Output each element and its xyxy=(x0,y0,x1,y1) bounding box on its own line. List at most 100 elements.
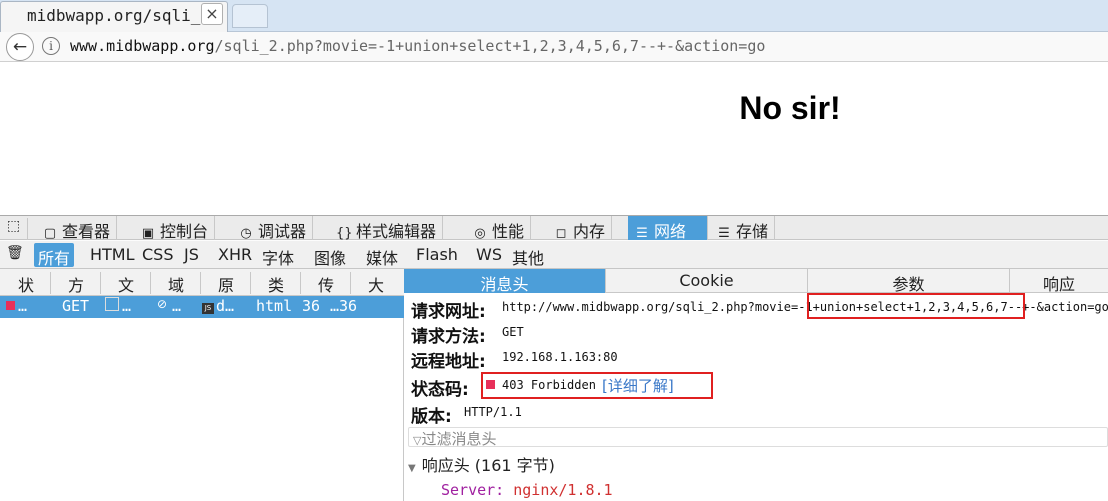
trash-icon[interactable]: 🗑 xyxy=(6,245,24,261)
filter-css[interactable]: CSS xyxy=(138,243,177,267)
pick-element-icon[interactable]: ⬚ xyxy=(0,218,28,240)
devtools-tab-label: 样式编辑器 xyxy=(356,222,437,241)
network-icon: ☰ xyxy=(636,226,648,241)
devtools-tab-label: 性能 xyxy=(492,222,525,241)
version-value: HTTP/1.1 xyxy=(464,405,522,419)
close-tab-icon[interactable]: × xyxy=(201,3,223,25)
status-dot-icon xyxy=(6,301,15,310)
filter-flash[interactable]: Flash xyxy=(412,243,462,267)
tab-response[interactable]: 响应 xyxy=(1010,269,1108,294)
header-name: Server: xyxy=(441,481,505,499)
inspector-icon: ▢ xyxy=(43,226,57,241)
column-size[interactable]: 大 xyxy=(368,272,384,296)
page-content xyxy=(0,63,1108,215)
row-domain: … xyxy=(172,297,182,315)
column-divider xyxy=(50,272,51,294)
request-method-value: GET xyxy=(502,325,524,339)
devtools-tab-network[interactable]: ☰ 网络 xyxy=(628,216,708,241)
row-transferred: 36 xyxy=(302,297,321,315)
column-transferred[interactable]: 传 xyxy=(318,272,334,296)
request-url-label: 请求网址: xyxy=(411,302,486,322)
devtools-tab-label: 网络 xyxy=(654,222,687,241)
filter-html[interactable]: HTML xyxy=(86,243,139,267)
braces-icon: {} xyxy=(336,226,353,241)
devtools-tab-memory[interactable]: ◻ 内存 xyxy=(547,216,613,241)
remote-address-label: 远程地址: xyxy=(411,352,486,372)
browser-tab[interactable]: midbwapp.org/sqli_ xyxy=(0,1,228,32)
console-icon: ▣ xyxy=(141,226,155,241)
filter-media[interactable]: 媒体 xyxy=(362,243,402,268)
js-icon: JS xyxy=(202,303,214,314)
server-header: Server: nginx/1.8.1 xyxy=(441,481,613,499)
back-button[interactable]: ← xyxy=(6,33,34,61)
filter-all[interactable]: 所有 xyxy=(34,243,75,268)
request-list-header xyxy=(0,269,404,296)
version-label: 版本: xyxy=(411,407,452,427)
filter-other[interactable]: 其他 xyxy=(508,243,548,268)
insecure-icon: ⊘ xyxy=(157,297,168,311)
url-host: www.midbwapp.org xyxy=(70,37,215,55)
page-heading: No sir! xyxy=(739,90,841,126)
learn-more-link[interactable]: [详细了解] xyxy=(602,375,674,396)
new-tab-button[interactable] xyxy=(232,4,268,28)
row-file: … xyxy=(122,297,132,315)
column-cause[interactable]: 原 xyxy=(218,272,234,296)
devtools-tab-style-editor[interactable]: {} 样式编辑器 xyxy=(330,216,444,241)
column-type[interactable]: 类 xyxy=(268,272,284,296)
devtools-tab-debugger[interactable]: ◷ 调试器 xyxy=(232,216,314,241)
performance-icon: ◎ xyxy=(474,226,486,241)
column-divider xyxy=(350,272,351,294)
status-code-value: 403 Forbidden xyxy=(502,378,596,392)
filter-js[interactable]: JS xyxy=(180,243,203,267)
filter-placeholder: 过滤消息头 xyxy=(421,430,497,448)
storage-icon: ☰ xyxy=(718,226,730,241)
devtools-tab-label: 调试器 xyxy=(258,222,307,241)
filter-images[interactable]: 图像 xyxy=(310,243,350,268)
column-file[interactable]: 文 xyxy=(118,272,134,296)
devtools-tab-label: 控制台 xyxy=(160,222,209,241)
column-divider xyxy=(100,272,101,294)
response-headers-label: 响应头 (161 字节) xyxy=(421,456,555,475)
filter-xhr[interactable]: XHR xyxy=(214,243,256,267)
row-status: … xyxy=(18,297,28,315)
column-divider xyxy=(250,272,251,294)
row-method: GET xyxy=(62,297,90,315)
devtools-tab-performance[interactable]: ◎ 性能 xyxy=(466,216,532,241)
request-method-label: 请求方法: xyxy=(411,327,486,347)
site-info-icon[interactable]: i xyxy=(42,37,60,55)
tab-headers[interactable]: 消息头 xyxy=(404,269,606,294)
devtools-tab-inspector[interactable]: ▢ 查看器 xyxy=(36,216,118,241)
header-value: nginx/1.8.1 xyxy=(513,481,613,499)
response-headers-toggle[interactable]: ▼ 响应头 (161 字节) xyxy=(408,452,555,476)
column-domain[interactable]: 域 xyxy=(168,272,184,296)
tab-title: midbwapp.org/sqli_ xyxy=(27,6,201,25)
file-icon xyxy=(105,297,119,311)
tab-params[interactable]: 参数 xyxy=(808,269,1010,294)
column-divider xyxy=(300,272,301,294)
devtools-tab-storage[interactable]: ☰ 存储 xyxy=(710,216,776,241)
devtools-tab-label: 存储 xyxy=(736,222,769,241)
filter-headers-input[interactable]: ▽过滤消息头 xyxy=(408,427,1108,448)
status-code-label: 状态码: xyxy=(411,380,469,400)
url-path: /sqli_2.php?movie=-1+union+select+1,2,3,… xyxy=(214,37,766,55)
tab-cookies[interactable]: Cookie xyxy=(606,269,808,293)
filter-fonts[interactable]: 字体 xyxy=(258,243,298,268)
column-divider xyxy=(150,272,151,294)
status-dot-icon xyxy=(486,380,495,389)
devtools-tab-label: 内存 xyxy=(573,222,606,241)
column-method[interactable]: 方 xyxy=(68,272,84,296)
row-type: html xyxy=(256,297,293,315)
debugger-icon: ◷ xyxy=(240,226,252,241)
row-size: …36 xyxy=(330,297,358,315)
memory-icon: ◻ xyxy=(555,226,567,241)
column-status[interactable]: 状 xyxy=(18,272,34,296)
highlight-box xyxy=(807,293,1025,319)
url-input[interactable]: www.midbwapp.org/sqli_2.php?movie=-1+uni… xyxy=(70,37,765,55)
chevron-down-icon: ▼ xyxy=(408,463,416,474)
column-divider xyxy=(200,272,201,294)
remote-address-value: 192.168.1.163:80 xyxy=(502,350,618,364)
devtools-tab-label: 查看器 xyxy=(62,222,111,241)
devtools-tab-console[interactable]: ▣ 控制台 xyxy=(134,216,216,241)
row-cause: d… xyxy=(216,297,235,315)
filter-ws[interactable]: WS xyxy=(472,243,506,267)
